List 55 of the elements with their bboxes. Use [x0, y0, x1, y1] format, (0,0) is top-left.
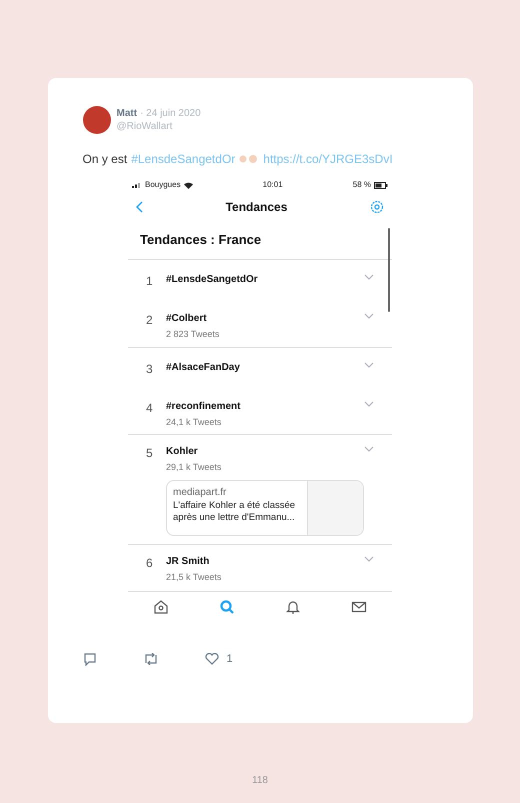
like-count: 1 [226, 652, 233, 667]
trend-row[interactable]: 3 #AlsaceFanDay [128, 348, 392, 390]
preview-site: mediapart.fr [173, 486, 228, 500]
back-icon[interactable] [136, 201, 143, 213]
trend-row[interactable]: 2 #Colbert 2 823 Tweets [128, 302, 392, 348]
trend-rank: 6 [146, 554, 154, 572]
wifi-icon [184, 182, 193, 188]
chevron-down-icon[interactable] [364, 400, 374, 406]
link-preview-card[interactable]: mediapart.fr L'affaire Kohler a été classée après une lettre d'Emmanu... [166, 480, 364, 536]
battery-icon [374, 182, 388, 188]
search-icon[interactable] [219, 598, 235, 614]
author-handle: @RioWallart [116, 120, 174, 133]
bell-icon[interactable] [285, 598, 301, 614]
chevron-down-icon[interactable] [364, 362, 374, 368]
author-name: Matt [116, 107, 138, 120]
tweet-text: On y est [82, 151, 128, 168]
avatar [82, 106, 110, 134]
trend-name: #LensdeSangetdOr [166, 273, 259, 287]
retweet-icon[interactable] [142, 653, 158, 666]
screen-title: Tendances [226, 199, 288, 216]
tweet-count: 21,5 k Tweets [166, 570, 222, 584]
tweet-count: 29,1 k Tweets [166, 461, 222, 474]
trend-name: #Colbert [166, 312, 208, 326]
heart-icon[interactable] [204, 653, 218, 666]
reply-icon[interactable] [82, 652, 96, 666]
trend-rank: 1 [146, 273, 154, 290]
tweet-date: · 24 juin 2020 [140, 107, 201, 120]
page-number: 118 [252, 774, 268, 788]
trend-row[interactable]: 1 #LensdeSangetdOr [128, 260, 392, 302]
tweet-count: 24,1 k Tweets [166, 416, 222, 428]
trend-rank: 5 [146, 445, 154, 462]
signal-icon [132, 182, 142, 188]
settings-icon[interactable] [370, 200, 384, 214]
trend-name: #AlsaceFanDay [166, 360, 241, 374]
status-time: 10:01 [262, 179, 283, 191]
carrier-name: Bouygues [145, 179, 181, 191]
tweet-count: 2 823 Tweets [166, 328, 220, 341]
trend-name: #reconfinement [166, 400, 242, 414]
battery-percent: 58 % [352, 179, 371, 191]
trend-rank: 2 [146, 312, 154, 329]
trend-rank: 4 [146, 400, 154, 416]
chevron-down-icon[interactable] [364, 274, 374, 280]
preview-title: L'affaire Kohler a été classée après une lettre d'Emmanu... [173, 500, 296, 524]
trend-row[interactable]: 6 JR Smith 21,5 k Tweets [128, 544, 392, 589]
chevron-down-icon[interactable] [364, 446, 374, 452]
trend-name: Kohler [166, 445, 199, 459]
chevron-down-icon[interactable] [364, 313, 374, 319]
trend-row[interactable]: 5 Kohler 29,1 k Tweets mediapart.fr L'affaire Kohler a été classée après une lettre d'Emmanu... [128, 435, 392, 544]
trend-row[interactable]: 4 #reconfinement 24,1 k Tweets [128, 390, 392, 435]
trend-name: JR Smith [166, 554, 210, 568]
home-icon[interactable] [153, 598, 169, 614]
section-heading: Tendances : France [140, 232, 262, 247]
trend-rank: 3 [146, 360, 154, 378]
chevron-down-icon[interactable] [364, 556, 374, 562]
document-thumbnail [307, 480, 363, 534]
